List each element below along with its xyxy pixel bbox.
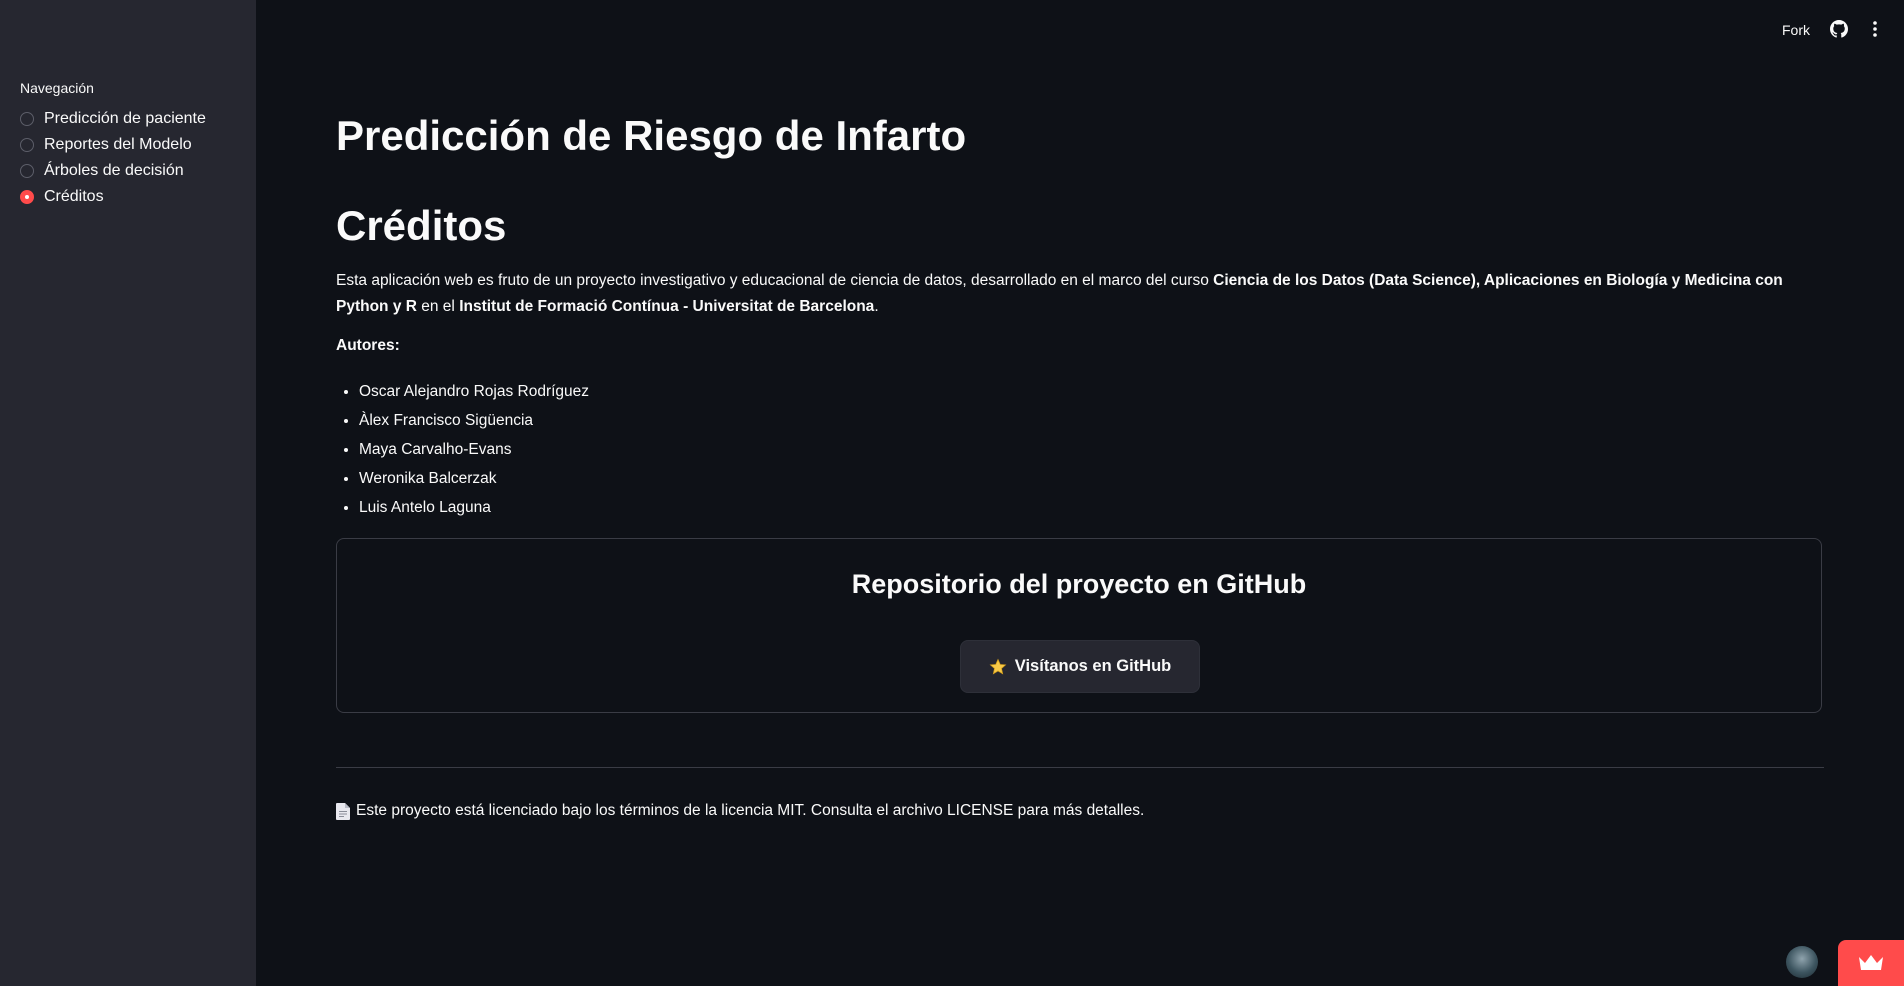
top-toolbar: Fork <box>1604 0 1904 60</box>
intro-paragraph: Esta aplicación web es fruto de un proye… <box>336 268 1824 320</box>
nav-item-arboles-decision[interactable]: Árboles de decisión <box>20 158 206 184</box>
section-title: Créditos <box>336 202 507 249</box>
radio-button-selected-icon[interactable] <box>20 190 34 204</box>
sidebar: Navegación Predicción de paciente Report… <box>0 0 256 986</box>
visit-github-button[interactable]: Visítanos en GitHub <box>960 640 1200 693</box>
more-menu-icon[interactable] <box>1872 20 1878 38</box>
nav-item-reportes-modelo[interactable]: Reportes del Modelo <box>20 132 206 158</box>
intro-text: en el <box>416 298 460 315</box>
nav-item-label: Árboles de decisión <box>44 162 184 179</box>
authors-list: Oscar Alejandro Rojas Rodríguez Àlex Fra… <box>336 377 589 522</box>
license-note: Este proyecto está licenciado bajo los t… <box>336 802 1144 820</box>
nav-item-label: Reportes del Modelo <box>44 136 192 153</box>
radio-button-icon[interactable] <box>20 138 34 152</box>
author-item: Weronika Balcerzak <box>359 464 589 493</box>
authors-label: Autores: <box>336 337 400 354</box>
author-item: Oscar Alejandro Rojas Rodríguez <box>359 377 589 406</box>
nav-item-label: Créditos <box>44 188 104 205</box>
navigation-heading: Navegación <box>20 80 94 96</box>
fork-button[interactable]: Fork <box>1782 22 1810 38</box>
nav-item-prediccion-paciente[interactable]: Predicción de paciente <box>20 106 206 132</box>
star-icon <box>989 658 1007 674</box>
navigation-radio-group: Predicción de paciente Reportes del Mode… <box>20 106 206 210</box>
nav-item-creditos[interactable]: Créditos <box>20 184 206 210</box>
author-item: Luis Antelo Laguna <box>359 493 589 522</box>
intro-text: . <box>874 298 879 315</box>
visit-github-label: Visítanos en GitHub <box>1014 657 1172 675</box>
author-item: Àlex Francisco Sigüencia <box>359 406 589 435</box>
institution-name: Institut de Formació Contínua - Universi… <box>459 298 875 315</box>
author-item: Maya Carvalho-Evans <box>359 435 589 464</box>
license-text: Este proyecto está licenciado bajo los t… <box>356 802 1145 819</box>
user-avatar[interactable] <box>1786 946 1818 978</box>
radio-button-icon[interactable] <box>20 164 34 178</box>
intro-text: Esta aplicación web es fruto de un proye… <box>336 272 1214 289</box>
github-icon[interactable] <box>1830 20 1848 38</box>
nav-item-label: Predicción de paciente <box>44 110 206 127</box>
page-title: Predicción de Riesgo de Infarto <box>336 112 967 159</box>
crown-icon <box>1859 955 1883 970</box>
streamlit-badge[interactable] <box>1838 940 1904 986</box>
repository-card: Repositorio del proyecto en GitHub Visít… <box>336 538 1822 713</box>
repository-title: Repositorio del proyecto en GitHub <box>851 569 1307 599</box>
document-icon <box>336 802 350 820</box>
divider <box>336 767 1824 768</box>
radio-button-icon[interactable] <box>20 112 34 126</box>
